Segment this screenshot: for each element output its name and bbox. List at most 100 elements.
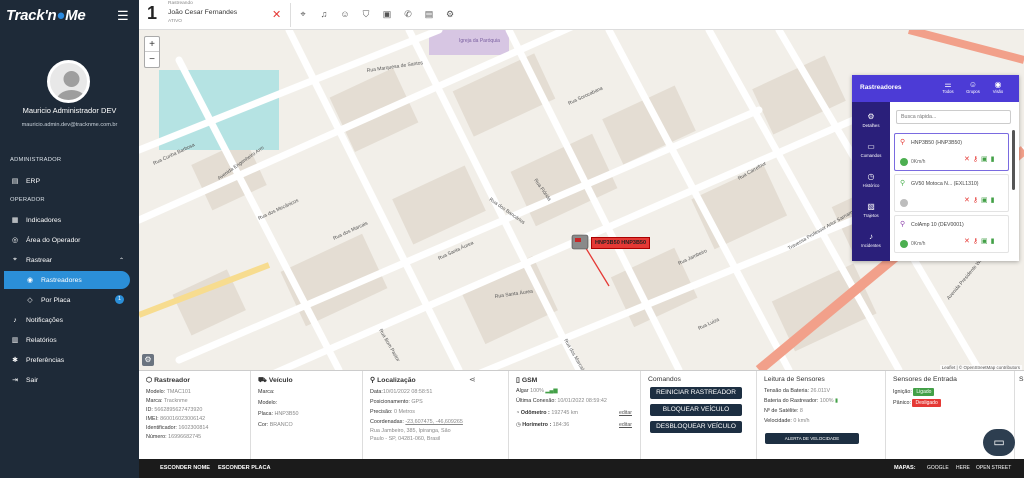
sidebar-item-label: Notificações — [26, 316, 64, 324]
sidebar-item-notificacoes[interactable]: ♪ Notificações — [0, 311, 139, 329]
detail-key: Coordenadas: — [370, 419, 404, 425]
car-icon: ⛟ — [258, 377, 267, 384]
app-logo[interactable]: Track'n●Me — [6, 7, 86, 24]
engine-icon[interactable]: ▣ — [981, 196, 988, 204]
zoom-out-button[interactable]: − — [145, 52, 159, 67]
chart-icon[interactable]: ▤ — [423, 8, 435, 20]
map-provider-google[interactable]: GOOGLE — [927, 465, 949, 471]
hamburger-menu-icon[interactable]: ☰ — [117, 8, 129, 24]
restart-tracker-button[interactable]: REINICIAR RASTREADOR — [650, 387, 742, 399]
close-icon[interactable]: ✕ — [272, 8, 281, 21]
battery-icon[interactable]: ▮ — [991, 196, 995, 204]
key-icon[interactable]: ⚷ — [973, 155, 978, 163]
unblock-vehicle-button[interactable]: DESBLOQUEAR VEÍCULO — [650, 421, 742, 433]
sidebar-item-relatorios[interactable]: ▥ Relatórios — [0, 331, 139, 349]
tracker-icon: ⬡ — [146, 377, 153, 384]
vehicle-marker-icon[interactable] — [571, 234, 589, 250]
tab-label: Incidentes — [861, 243, 881, 248]
detail-key: IMEI: — [146, 416, 159, 422]
edit-hourmeter-link[interactable]: editar — [619, 422, 632, 428]
battery-icon[interactable]: ▮ — [991, 155, 995, 163]
detail-key: Identificador: — [146, 425, 177, 431]
pin-icon[interactable]: ⌖ — [297, 8, 309, 20]
tracker-card[interactable]: ⚲ HNP3B50 (HNP3B50) 0Km/h ✕ ⚷ ▣ ▮ — [894, 133, 1009, 171]
detail-row: Cor: BRANCO — [258, 422, 293, 428]
engine-icon[interactable]: ▣ — [981, 155, 988, 163]
hide-name-button[interactable]: ESCONDER NOME — [160, 465, 210, 471]
sidebar-item-por-placa[interactable]: ◇ Por Placa 1 — [0, 291, 139, 309]
lock-icon[interactable]: ▣ — [381, 8, 393, 20]
tracker-speed: 0Km/h — [911, 159, 926, 165]
share-icon[interactable]: ⋖ — [469, 375, 476, 384]
clock-icon: ◷ — [516, 422, 521, 428]
detail-row: ID: 5662895627473920 — [146, 407, 202, 413]
detail-row: Placa: HNP3B50 — [258, 411, 298, 417]
detail-key: Nº de Satélite: — [764, 408, 799, 414]
close-icon[interactable]: ✕ — [964, 237, 970, 245]
key-icon[interactable]: ⚷ — [973, 196, 978, 204]
section-title: ▯ GSM — [516, 376, 537, 384]
tab-incidentes[interactable]: ♪ Incidentes — [852, 227, 890, 257]
detail-row: Ignição: Ligado — [893, 388, 935, 396]
tracker-card[interactable]: ⚲ GV50 Motoca N... (EXL1310) ✕ ⚷ ▣ ▮ — [894, 174, 1009, 212]
tab-historico[interactable]: ◷ Histórico — [852, 167, 890, 197]
chat-icon[interactable]: ▭ — [983, 429, 1015, 456]
sidebar-item-preferencias[interactable]: ✱ Preferências — [0, 351, 139, 369]
coordinates-link[interactable]: -23,607475, -46,609265 — [405, 419, 463, 425]
close-icon[interactable]: ✕ — [964, 196, 970, 204]
sidebar-item-label: Rastrear — [26, 256, 53, 264]
detail-row: Marca: — [258, 389, 274, 395]
sidebar-item-indicadores[interactable]: ▦ Indicadores — [0, 211, 139, 229]
groups-button[interactable]: ☺ Grupos — [964, 80, 982, 94]
tab-comandos[interactable]: ▭ Comandos — [852, 137, 890, 167]
detail-value: GPS — [411, 399, 423, 405]
sidebar-item-rastreadores[interactable]: ◉ Rastreadores — [4, 271, 130, 289]
section-title-truncated: S — [1019, 376, 1024, 383]
vehicle-marker-label[interactable]: HNP3B50 HNP3B50 — [591, 237, 651, 249]
count-badge: 1 — [115, 295, 124, 304]
tracking-count: 1 — [147, 3, 158, 23]
shield-icon[interactable]: ⛉ — [360, 8, 372, 20]
detail-value: 100% — [530, 388, 544, 394]
filter-all-button[interactable]: ⚌ Todos — [939, 80, 957, 94]
detail-row: Modelo: — [258, 400, 277, 406]
speed-alert-button[interactable]: ALERTA DE VELOCIDADE — [765, 433, 859, 444]
panel-scrollbar[interactable] — [1012, 130, 1015, 190]
map-settings-gear-icon[interactable]: ⚙ — [142, 354, 154, 366]
edit-odometer-link[interactable]: editar — [619, 410, 632, 416]
tracker-card[interactable]: ⚲ ColAmp 10 (DEV0001) 0Km/h ✕ ⚷ ▣ ▮ — [894, 215, 1009, 253]
tab-trajetos[interactable]: ▧ Trajetos — [852, 197, 890, 227]
tracker-search-input[interactable] — [896, 110, 1011, 124]
detail-row: Tensão da Bateria: 26.011V — [764, 388, 830, 394]
chevron-up-icon: ⌃ — [118, 257, 124, 264]
sidebar-item-erp[interactable]: ▤ ERP — [0, 172, 139, 190]
key-icon[interactable]: ⚷ — [973, 237, 978, 245]
crosshair-icon: ⌖ — [13, 256, 17, 263]
bell-icon[interactable]: ♫ — [318, 8, 330, 20]
map-provider-openstreet[interactable]: OPEN STREET — [976, 465, 1011, 471]
detail-key: Ignição: — [893, 389, 912, 395]
users-icon[interactable]: ☺ — [339, 8, 351, 20]
block-vehicle-button[interactable]: BLOQUEAR VEÍCULO — [650, 404, 742, 416]
engine-icon[interactable]: ▣ — [981, 237, 988, 245]
hide-plate-button[interactable]: ESCONDER PLACA — [218, 465, 271, 471]
section-title-text: Veículo — [268, 377, 293, 384]
sidebar-item-area-operador[interactable]: ◎ Área do Operador — [0, 231, 139, 249]
view-button[interactable]: ◉ Visão — [989, 80, 1007, 94]
battery-icon[interactable]: ▮ — [991, 237, 995, 245]
sidebar-item-rastrear[interactable]: ⌖ Rastrear ⌃ — [0, 251, 139, 269]
gear-icon[interactable]: ⚙ — [444, 8, 456, 20]
poi-label: Igreja da Paróquia — [459, 38, 500, 44]
phone-icon[interactable]: ✆ — [402, 8, 414, 20]
sidebar-item-sair[interactable]: ⇥ Sair — [0, 371, 139, 389]
detail-row: ◔ Odômetro : 192745 km — [516, 410, 578, 416]
close-icon[interactable]: ✕ — [964, 155, 970, 163]
users-icon: ☺ — [968, 80, 978, 89]
zoom-in-button[interactable]: + — [145, 37, 159, 52]
tab-detalhes[interactable]: ⚙ Detalhes — [852, 107, 890, 137]
panel-title: Rastreadores — [860, 84, 902, 91]
tab-label: Detalhes — [862, 123, 880, 128]
detail-value: 860016023006142 — [160, 416, 206, 422]
status-dot — [900, 199, 908, 207]
map-provider-here[interactable]: HERE — [956, 465, 970, 471]
